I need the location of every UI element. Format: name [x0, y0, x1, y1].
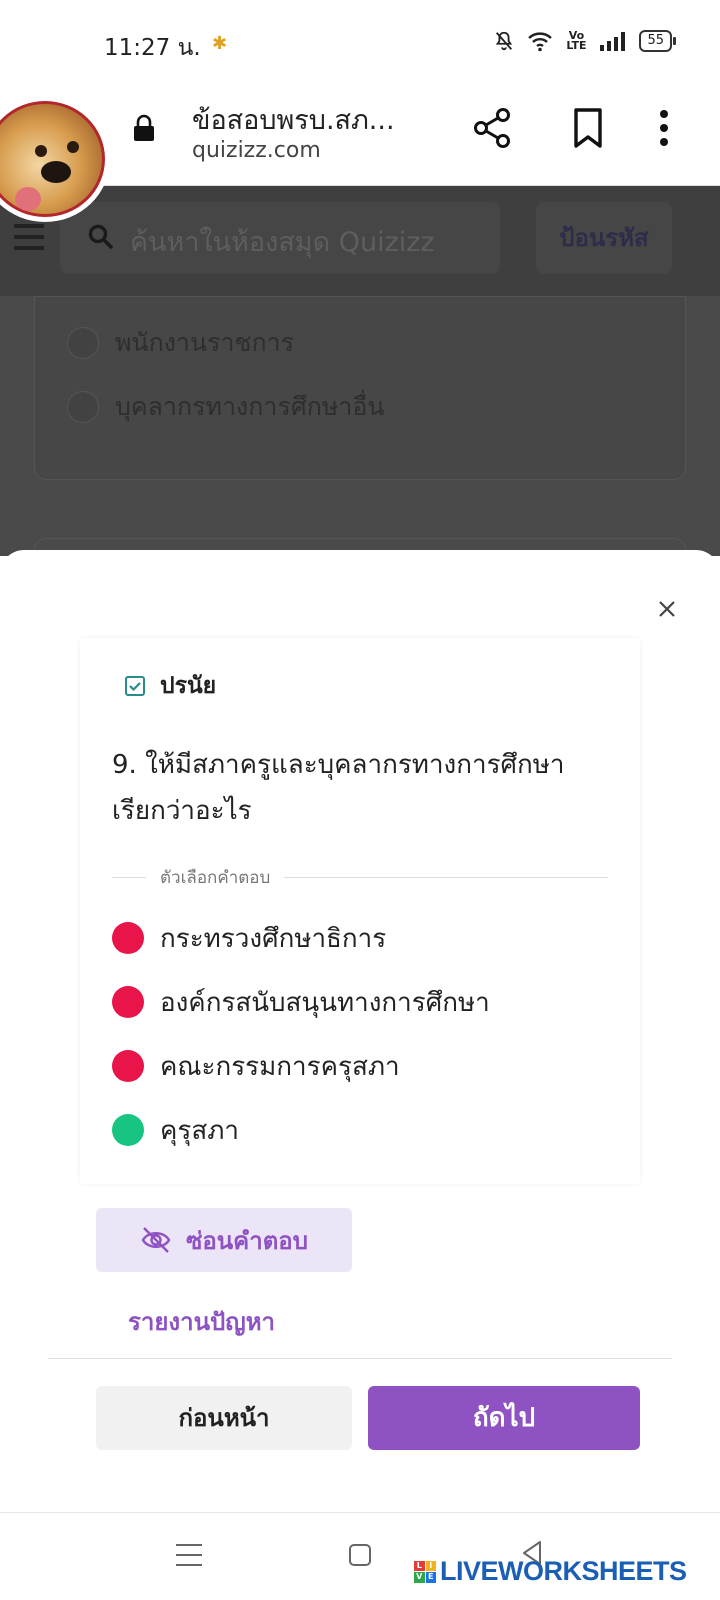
radio-icon — [67, 327, 99, 359]
watermark-text: LIVEWORKSHEETS — [440, 1556, 687, 1586]
multiple-choice-icon — [125, 676, 145, 696]
answer-list: กระทรวงศึกษาธิการ องค์กรสนับสนุนทางการศึ… — [112, 906, 612, 1162]
liveworksheets-logo: L I V E — [414, 1560, 436, 1583]
search-placeholder: ค้นหาในห้องสมุด Quizizz — [130, 227, 435, 258]
background-option-label: บุคลากรทางการศึกษาอื่น — [115, 392, 385, 421]
question-type: ปรนัย — [124, 668, 216, 704]
status-icons: Vo LTE 55 — [493, 29, 676, 52]
incorrect-marker-icon — [112, 922, 144, 954]
lock-icon[interactable] — [132, 114, 156, 142]
volte-indicator: Vo LTE — [566, 29, 587, 52]
question-text-line: เรียกว่าอะไร — [112, 796, 252, 826]
incorrect-marker-icon — [112, 1050, 144, 1082]
answers-divider: ตัวเลือกคำตอบ — [112, 864, 608, 891]
report-problem-link[interactable]: รายงานปัญหา — [128, 1302, 275, 1341]
background-option-label: พนักงานราชการ — [115, 328, 295, 357]
page-url[interactable]: quizizz.com — [192, 138, 321, 163]
library-search-bar: ค้นหาในห้องสมุด Quizizz — [60, 202, 500, 274]
close-icon[interactable] — [652, 594, 682, 624]
answer-text: องค์กรสนับสนุนทางการศึกษา — [160, 987, 490, 1018]
search-icon — [88, 224, 114, 250]
question-type-label: ปรนัย — [160, 673, 217, 699]
question-preview-sheet: ปรนัย 9. ให้มีสภาครูและบุคลากรทางการศึกษ… — [0, 550, 720, 1510]
more-vertical-icon[interactable] — [656, 106, 672, 150]
answers-heading: ตัวเลือกคำตอบ — [160, 868, 271, 888]
answer-option: องค์กรสนับสนุนทางการศึกษา — [112, 970, 612, 1034]
recents-icon[interactable] — [176, 1543, 202, 1567]
next-button[interactable]: ถัดไป — [368, 1386, 640, 1450]
share-icon[interactable] — [470, 106, 514, 150]
previous-button[interactable]: ก่อนหน้า — [96, 1386, 352, 1450]
answer-text: คณะกรรมการครุสภา — [160, 1051, 400, 1082]
bookmark-icon[interactable] — [568, 106, 608, 150]
background-page-overlay: ค้นหาในห้องสมุด Quizizz ป้อนรหัส พนักงาน… — [0, 186, 720, 578]
signal-icon — [600, 32, 626, 51]
question-text: 9. ให้มีสภาครูและบุคลากรทางการศึกษา เรีย… — [112, 742, 612, 834]
hide-answers-button[interactable]: ซ่อนคำตอบ — [96, 1208, 352, 1272]
enter-code-button: ป้อนรหัส — [536, 202, 672, 274]
page-title[interactable]: ข้อสอบพรบ.สภ... — [192, 98, 395, 141]
background-option: พนักงานราชการ — [67, 323, 294, 363]
incorrect-marker-icon — [112, 986, 144, 1018]
menu-icon — [14, 224, 44, 250]
eye-off-icon — [141, 1227, 171, 1253]
liveworksheets-watermark: L I V E LIVEWORKSHEETS — [414, 1556, 687, 1587]
question-card: ปรนัย 9. ให้มีสภาครูและบุคลากรทางการศึกษ… — [80, 638, 640, 1184]
notifications-muted-icon — [496, 31, 513, 51]
answer-text: กระทรวงศึกษาธิการ — [160, 923, 387, 954]
status-time: 11:27 น. — [104, 35, 201, 61]
hide-answers-label: ซ่อนคำตอบ — [186, 1226, 308, 1255]
background-option: บุคลากรทางการศึกษาอื่น — [67, 387, 384, 427]
answer-option: คณะกรรมการครุสภา — [112, 1034, 612, 1098]
status-bar: 11:27 น. ✱ Vo LTE 55 — [0, 0, 720, 86]
question-text-line: 9. ให้มีสภาครูและบุคลากรทางการศึกษา — [112, 750, 565, 780]
battery-indicator: 55 — [639, 30, 676, 52]
correct-marker-icon — [112, 1114, 144, 1146]
radio-icon — [67, 391, 99, 423]
divider — [48, 1358, 672, 1359]
background-question-card: พนักงานราชการ บุคลากรทางการศึกษาอื่น — [34, 296, 686, 480]
answer-text: คุรุสภา — [160, 1115, 239, 1146]
home-icon[interactable] — [348, 1543, 372, 1567]
wifi-icon — [528, 32, 553, 52]
photos-app-icon: ✱ — [212, 33, 228, 54]
answer-option: กระทรวงศึกษาธิการ — [112, 906, 612, 970]
answer-option: คุรุสภา — [112, 1098, 612, 1162]
quizizz-header: ค้นหาในห้องสมุด Quizizz ป้อนรหัส — [0, 186, 720, 296]
